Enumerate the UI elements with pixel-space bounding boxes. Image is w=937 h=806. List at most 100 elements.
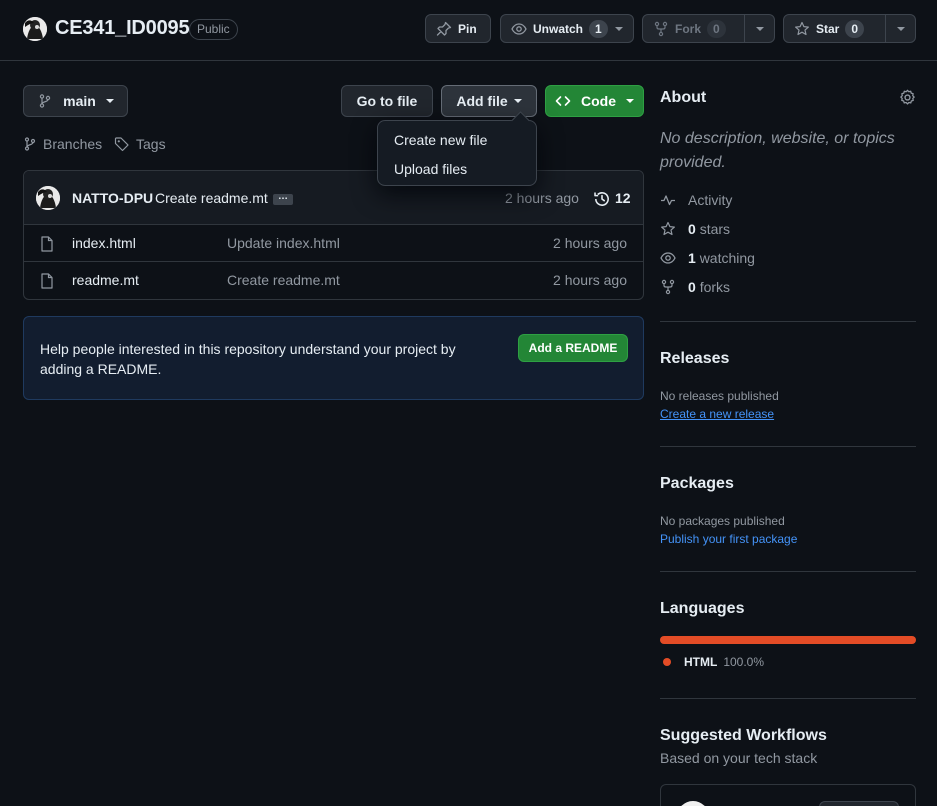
branch-selector[interactable]: main [23,85,128,117]
add-readme-button[interactable]: Add a README [518,334,628,362]
branches-link[interactable]: Branches [23,136,102,152]
workflow-card[interactable] [660,784,916,806]
file-commit-time: 2 hours ago [553,235,627,251]
add-file-button[interactable]: Add file [441,85,537,117]
tags-link[interactable]: Tags [114,136,166,152]
forks-link[interactable]: 0 forks [660,279,730,295]
chevron-down-icon [626,99,634,103]
tags-label: Tags [136,136,166,152]
chevron-down-icon [755,26,764,31]
sidebar-divider [660,571,916,572]
readme-banner: Help people interested in this repositor… [23,316,644,400]
pin-button[interactable]: Pin [425,14,491,43]
star-counter: 0 [845,19,865,38]
stars-count: 0 [688,221,696,237]
publish-package-link[interactable]: Publish your first package [660,532,797,546]
menu-item-create-new-file[interactable]: Create new file [378,129,536,158]
forks-count: 0 [688,279,696,295]
code-icon [555,93,571,109]
workflows-title: Suggested Workflows [660,727,827,744]
owner-avatar[interactable] [23,17,47,41]
chevron-down-icon [513,99,522,103]
star-icon [794,21,810,37]
fork-label: Fork [675,21,702,36]
about-description-line-2: provided. [660,154,726,171]
commit-count[interactable]: 12 [615,190,631,206]
go-to-file-label: Go to file [356,93,418,109]
workflows-subtitle: Based on your tech stack [660,750,818,766]
file-icon [40,236,54,252]
fork-icon [660,279,676,295]
language-percent: 100.0% [723,655,765,669]
fork-icon [653,21,669,37]
star-button[interactable]: Star 0 [783,14,916,43]
packages-empty-text: No packages published [660,514,785,528]
star-icon [660,221,676,237]
table-row[interactable]: readme.mt Create readme.mt 2 hours ago [24,262,643,299]
tag-icon [114,136,130,152]
readme-banner-line-1: Help people interested in this repositor… [40,341,456,357]
about-description: No description, website, or topics provi… [660,127,895,175]
sidebar-divider [660,321,916,322]
file-table: NATTO-DPU Create readme.mt … 2 hours ago… [23,170,644,300]
stars-text: 0 stars [688,221,730,237]
commit-author-avatar[interactable] [36,186,60,210]
file-name[interactable]: readme.mt [72,272,139,288]
watching-text: 1 watching [688,250,755,266]
watching-count: 1 [688,250,696,266]
visibility-badge: Public [189,19,238,40]
pin-icon [436,21,452,37]
language-entry[interactable]: HTML 100.0% [663,655,764,669]
language-color-dot [663,658,671,666]
file-commit-time: 2 hours ago [553,272,627,288]
file-name[interactable]: index.html [72,235,136,251]
releases-empty-text: No releases published [660,389,779,403]
readme-banner-line-2: adding a README. [40,361,162,377]
commit-message[interactable]: Create readme.mt [155,190,268,206]
unwatch-button[interactable]: Unwatch 1 [500,14,634,43]
language-name: HTML [684,655,718,669]
about-description-line-1: No description, website, or topics [660,130,895,147]
latest-commit-row: NATTO-DPU Create readme.mt … 2 hours ago… [24,171,643,225]
history-icon[interactable] [593,190,611,208]
file-commit-message[interactable]: Create readme.mt [227,272,340,288]
chevron-down-icon [614,26,623,31]
packages-title[interactable]: Packages [660,475,734,493]
star-dropdown-toggle[interactable] [885,15,915,42]
watching-link[interactable]: 1 watching [660,250,755,266]
star-label: Star [816,21,840,36]
commit-expand-button[interactable]: … [273,192,293,205]
activity-link[interactable]: Activity [660,192,732,208]
repo-name[interactable]: CE341_ID0095 [55,17,190,40]
workflow-configure-button[interactable] [819,801,899,806]
activity-label: Activity [688,192,733,208]
stars-link[interactable]: 0 stars [660,221,730,237]
commit-author[interactable]: NATTO-DPU [72,190,153,206]
branch-icon [23,136,37,152]
chevron-down-icon [105,99,114,103]
chevron-down-icon [896,26,905,31]
sidebar-divider [660,698,916,699]
file-commit-message[interactable]: Update index.html [227,235,340,251]
fork-button[interactable]: Fork 0 [642,14,775,43]
branch-icon [37,93,53,109]
fork-dropdown-toggle[interactable] [744,15,774,42]
code-button[interactable]: Code [545,85,644,117]
branch-name: main [63,93,96,109]
unwatch-label: Unwatch [533,21,584,36]
file-icon [40,273,54,289]
create-release-link[interactable]: Create a new release [660,407,774,421]
commit-time: 2 hours ago [505,190,579,206]
code-label: Code [581,93,616,109]
menu-item-upload-files[interactable]: Upload files [378,158,536,187]
readme-banner-text: Help people interested in this repositor… [40,339,456,379]
stars-label: stars [699,221,731,237]
pin-label: Pin [458,21,477,36]
unwatch-dropdown-toggle[interactable] [604,15,633,42]
go-to-file-button[interactable]: Go to file [341,85,433,117]
releases-title[interactable]: Releases [660,350,729,368]
gear-icon[interactable] [899,89,916,106]
table-row[interactable]: index.html Update index.html 2 hours ago [24,225,643,262]
eye-icon [660,250,676,266]
add-file-label: Add file [456,93,508,109]
